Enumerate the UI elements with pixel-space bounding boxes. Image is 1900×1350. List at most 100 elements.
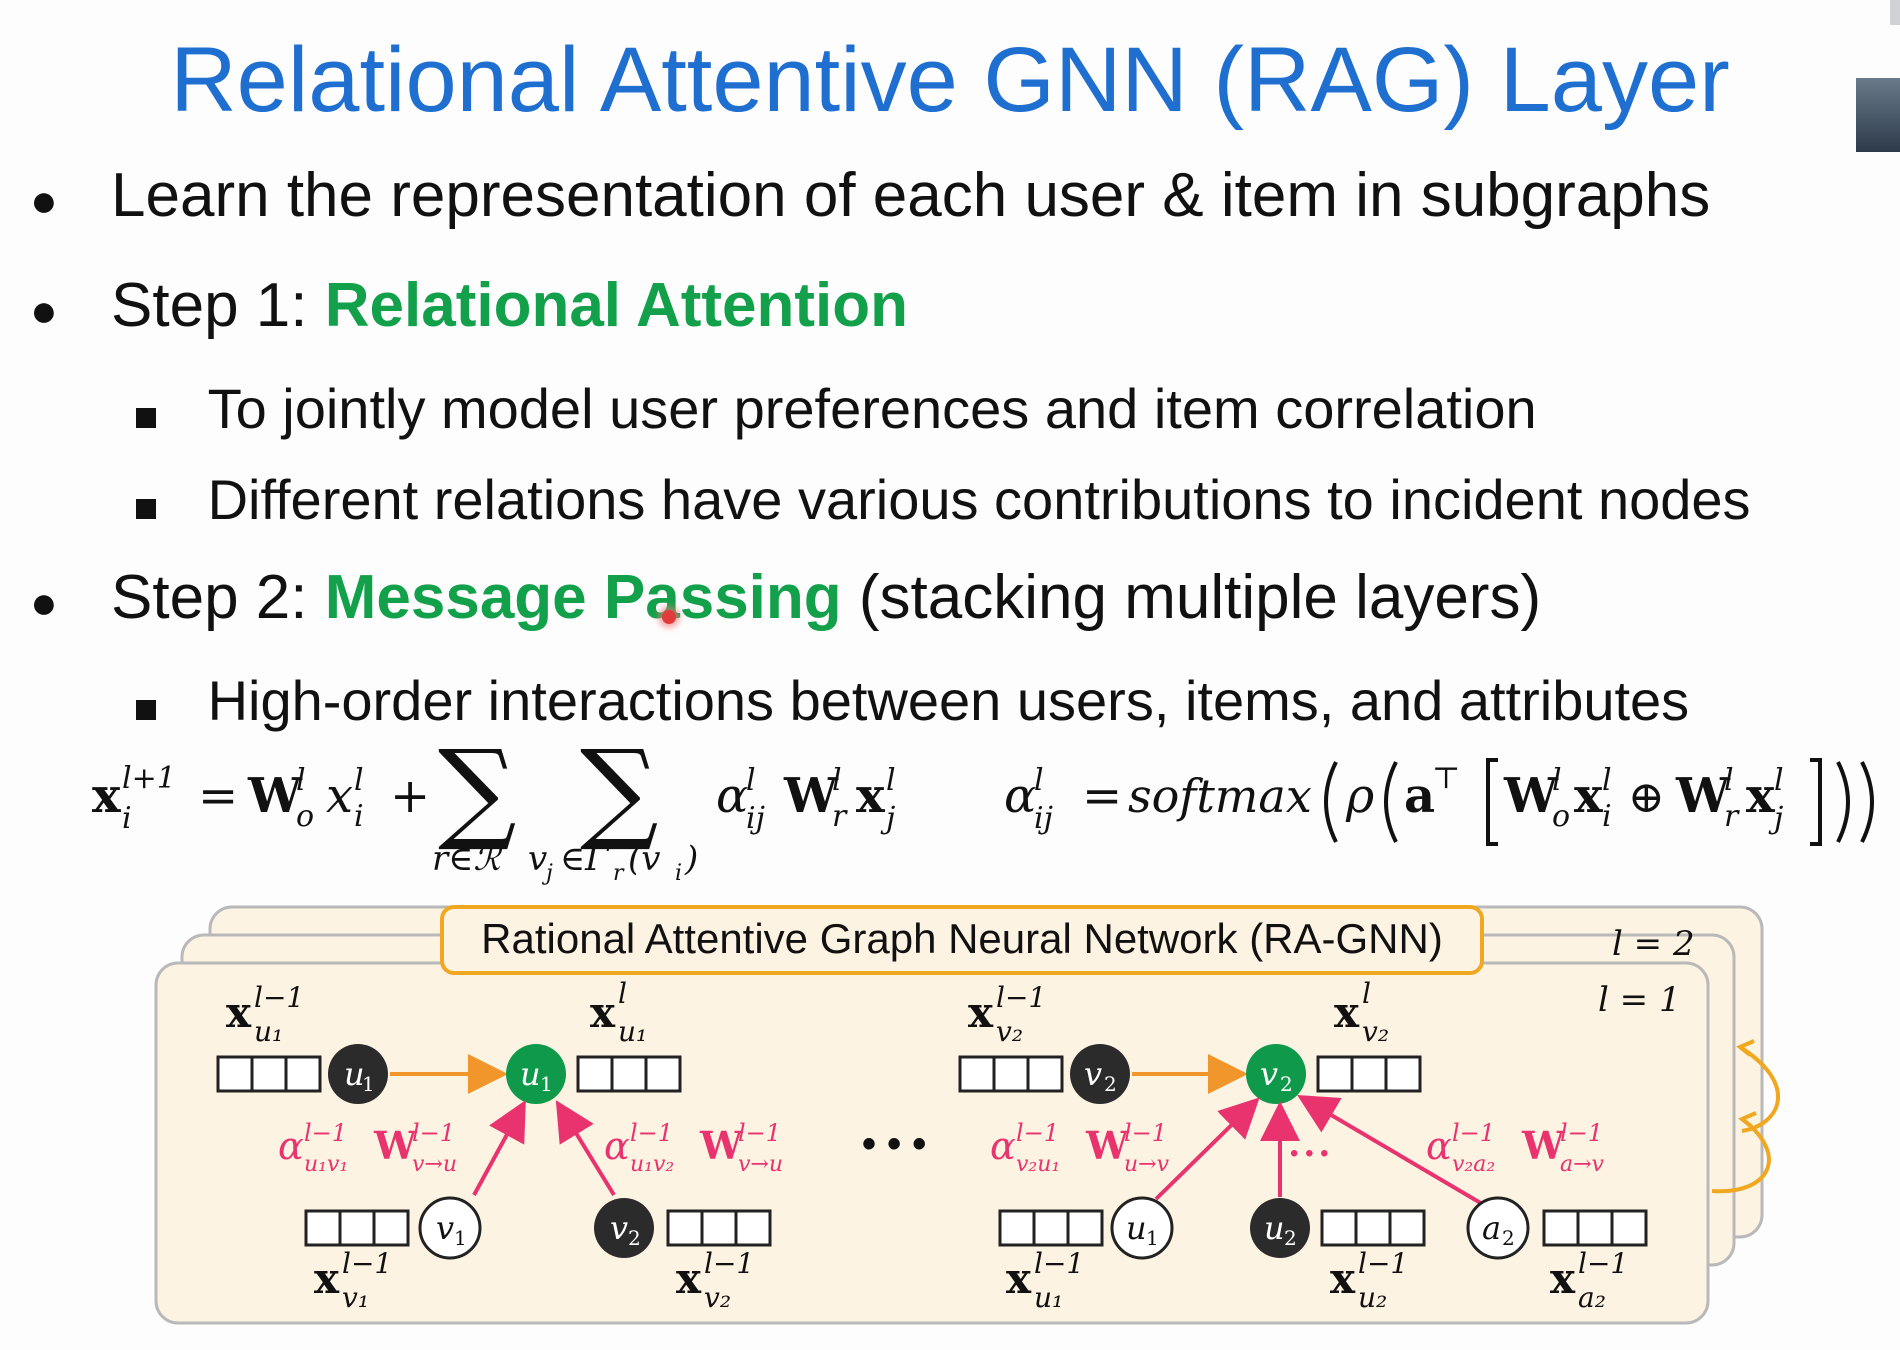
label-x-u1: x — [590, 988, 616, 1037]
formula2-w2: W — [1675, 768, 1731, 824]
formula2-eq: = — [1082, 768, 1122, 824]
alpha-glyph: α — [990, 1124, 1016, 1168]
bullet-1-text: Learn the representation of each user & … — [111, 161, 1711, 230]
alpha-glyph: α — [1426, 1124, 1452, 1168]
sum-2-under: v — [528, 839, 547, 879]
sub-bullet-2-1: To jointly model user preferences and it… — [136, 376, 1537, 441]
formula-w2-sup: l — [832, 763, 842, 798]
diagram-ellipsis: • • • — [862, 1122, 926, 1166]
bullet-3-suffix: (stacking multiple layers) — [841, 563, 1542, 632]
formula2-w2-sub: r — [1724, 799, 1740, 834]
sub-bullet-2-2: Different relations have various contrib… — [136, 467, 1751, 532]
w-sup: l−1 — [1124, 1119, 1167, 1147]
node-u1-target-label: u — [520, 1055, 541, 1093]
bracket-close — [1810, 758, 1822, 846]
node-v2-target-sub: 2 — [1280, 1072, 1293, 1096]
formula2-alpha: α — [1004, 768, 1036, 824]
formula2-alpha-sup: l — [1034, 763, 1044, 798]
bracket-open — [1486, 758, 1498, 846]
label-x-v1-prev-sup: l−1 — [342, 1247, 392, 1280]
sum-2-under-r: r — [613, 861, 625, 886]
embedding-v1 — [304, 1209, 410, 1247]
sub-bullet-3-1-text: High-order interactions between users, i… — [207, 669, 1690, 732]
formula-w2: W — [783, 768, 839, 824]
formula-sup-l: l — [296, 763, 306, 798]
embedding-v2 — [1316, 1055, 1422, 1093]
formula2-softmax: softmax — [1128, 769, 1312, 823]
node-a2-label: a — [1482, 1209, 1501, 1247]
formula-sub: i — [122, 801, 132, 836]
sum-1: ∑ — [438, 740, 517, 854]
node-v2-label: v — [610, 1209, 628, 1247]
sum-2-under-i: i — [675, 861, 682, 886]
label-x-u1-sup: l — [618, 977, 627, 1010]
formula2-w2-sup: l — [1724, 763, 1734, 798]
paren-close-1 — [1836, 761, 1850, 843]
embedding-u1-prev — [216, 1055, 322, 1093]
formula2-x2-sup: l — [1774, 763, 1784, 798]
formula-x: x — [92, 768, 121, 824]
alpha-sub: v₂u₁ — [1016, 1152, 1060, 1177]
formula2-a: a — [1404, 768, 1435, 824]
formula-alpha-sup: l — [746, 763, 756, 798]
layer-label-1: l = 1 — [1598, 980, 1681, 1020]
alpha-glyph: α — [278, 1124, 304, 1168]
formula-w: W — [247, 768, 303, 824]
bullet-dot-icon: ● — [30, 576, 58, 628]
bullet-2-prefix: Step 1: — [111, 271, 325, 340]
alpha-sub: u₁v₂ — [630, 1152, 674, 1177]
square-bullet-icon — [136, 700, 156, 720]
embedding-u1-prev-right — [998, 1209, 1104, 1247]
label-x-v1-prev: x — [314, 1254, 340, 1303]
bullet-3-prefix: Step 2: — [111, 563, 325, 632]
sub-bullet-2-2-text: Different relations have various contrib… — [207, 468, 1751, 531]
node-a2-sub: 2 — [1502, 1226, 1515, 1250]
formula-x2: x — [326, 768, 353, 824]
formula2-x: x — [1574, 768, 1603, 824]
label-x-v2-prev-right-sup: l−1 — [996, 981, 1046, 1014]
layer-label-2: l = 2 — [1612, 924, 1695, 964]
w-sub: v→u — [738, 1152, 783, 1177]
formula-sub-o: o — [296, 799, 314, 834]
formula-x3: x — [856, 768, 885, 824]
bullet-3: ● Step 2: Message Passing (stacking mult… — [30, 562, 1541, 633]
node-u1-right-label: u — [1126, 1209, 1147, 1247]
formula-area: x l+1 i = W l o x l i + ∑ r∈ℛ ∑ v j ∈Γ r… — [92, 740, 1874, 886]
small-pink-ellipsis: • • • — [1290, 1140, 1329, 1167]
formula2-oplus: ⊕ — [1628, 772, 1665, 823]
node-v2-target-label: v — [1260, 1055, 1278, 1093]
label-x-v2: x — [1334, 988, 1360, 1037]
bullet-2-highlight: Relational Attention — [324, 271, 908, 340]
embedding-u1 — [576, 1055, 682, 1093]
bullet-3-highlight: Message Passing — [324, 563, 842, 632]
label-x-v2-prev-right: x — [968, 988, 994, 1037]
webcam-thumbnail-edge — [1890, 0, 1900, 25]
label-x-u1-prev-right: x — [1006, 1254, 1032, 1303]
formula-w2-sub: r — [832, 799, 848, 834]
bullet-dot-icon: ● — [30, 174, 58, 226]
node-u1-source-sub: 1 — [362, 1072, 375, 1096]
ra-gnn-title: Rational Attentive Graph Neural Network … — [481, 915, 1443, 962]
formula2-rho: ρ — [1345, 768, 1374, 824]
label-x-u1-prev-right-sub: u₁ — [1034, 1281, 1063, 1314]
formula2-alpha-sub: ij — [1034, 801, 1053, 836]
formula2-top: ⊤ — [1432, 761, 1460, 796]
label-x-u1-prev: x — [226, 988, 252, 1037]
node-v2-sub: 2 — [628, 1226, 641, 1250]
ra-gnn-diagram: Rational Attentive Graph Neural Network … — [154, 905, 1781, 1325]
formula2-w: W — [1503, 768, 1559, 824]
label-x-u2-prev-sup: l−1 — [1358, 1247, 1408, 1280]
label-x-v2-prev: x — [676, 1254, 702, 1303]
w-sub: a→v — [1560, 1152, 1605, 1177]
formula2-x2: x — [1746, 768, 1775, 824]
formula2-x-sup: l — [1602, 763, 1612, 798]
embedding-v2-prev-right — [958, 1055, 1064, 1093]
sum-2: ∑ — [580, 740, 659, 854]
node-u1-right-sub: 1 — [1146, 1226, 1159, 1250]
formula2-x-sub: i — [1602, 799, 1612, 834]
formula-x3-sup: l — [886, 763, 896, 798]
w-sub: v→u — [412, 1152, 457, 1177]
alpha-sup: l−1 — [1452, 1119, 1495, 1147]
alpha-sub: u₁v₁ — [304, 1152, 348, 1177]
paren-open-2 — [1384, 761, 1398, 843]
